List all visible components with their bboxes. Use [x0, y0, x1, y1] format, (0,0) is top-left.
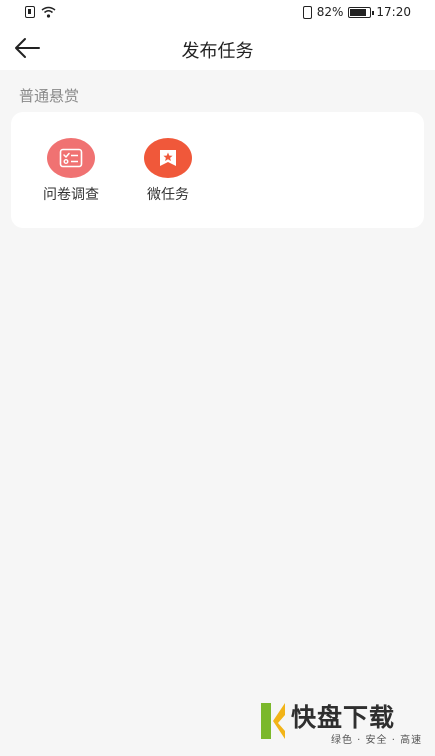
battery-icon — [348, 6, 375, 18]
wifi-icon — [41, 6, 56, 18]
nav-bar: 发布任务 — [0, 26, 435, 70]
battery-percent: 82% — [316, 5, 344, 19]
clock: 17:20 — [376, 5, 411, 19]
survey-task-button[interactable]: 问卷调查 — [31, 138, 111, 204]
status-right: 82% 17:20 — [302, 5, 411, 19]
micro-task-button[interactable]: 微任务 — [128, 138, 208, 204]
watermark-title: 快盘下载 — [291, 703, 396, 732]
survey-checklist-icon — [59, 148, 83, 168]
brand-k-logo-icon — [261, 703, 285, 739]
page-title: 发布任务 — [181, 41, 254, 62]
watermark-logo: 快盘下载 绿色 · 安全 · 高速 — [259, 698, 427, 746]
survey-icon-circle — [47, 138, 95, 178]
micro-task-icon-circle — [144, 138, 192, 178]
status-left — [25, 6, 56, 18]
micro-task-label: 微任务 — [147, 187, 189, 203]
survey-task-label: 问卷调查 — [43, 187, 99, 203]
vibrate-icon — [302, 5, 312, 19]
task-type-card: 问卷调查 微任务 — [11, 112, 424, 228]
section-title: 普通悬赏 — [19, 87, 80, 105]
watermark-subtitle: 绿色 · 安全 · 高速 — [331, 735, 423, 746]
sim-icon — [25, 6, 35, 18]
star-bookmark-icon — [160, 150, 176, 166]
status-bar: 82% 17:20 — [0, 0, 435, 26]
